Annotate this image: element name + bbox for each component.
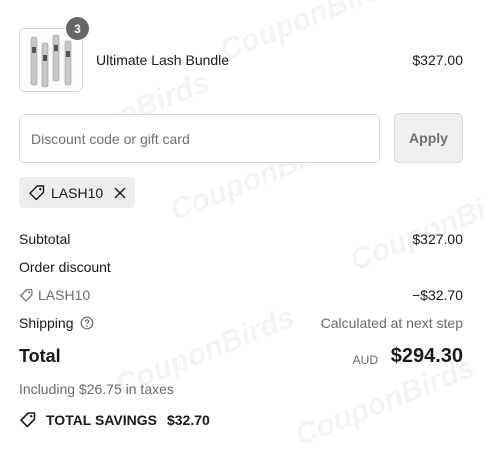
shipping-value: Calculated at next step xyxy=(320,315,463,331)
total-savings-value: $32.70 xyxy=(166,412,210,428)
discount-code-input[interactable] xyxy=(19,114,380,163)
taxes-note: Including $26.75 in taxes xyxy=(19,381,174,397)
applied-discount-tag: LASH10 xyxy=(19,177,135,208)
tag-icon xyxy=(29,184,45,200)
total-label: Total xyxy=(19,346,61,366)
subtotal-label: Subtotal xyxy=(19,231,71,247)
apply-button[interactable]: Apply xyxy=(394,113,463,163)
total-amount: $294.30 xyxy=(390,345,463,367)
quantity-badge: 3 xyxy=(66,17,89,40)
close-icon[interactable] xyxy=(114,187,126,199)
order-discount-label: Order discount xyxy=(19,259,111,275)
product-line-item: 3 Ultimate Lash Bundle $327.00 xyxy=(19,17,463,92)
tag-icon xyxy=(20,288,33,301)
currency-code: AUD xyxy=(352,353,378,367)
order-discount-row: Order discount xyxy=(19,259,463,275)
product-price: $327.00 xyxy=(412,52,463,68)
subtotal-value: $327.00 xyxy=(412,231,463,247)
discount-code-label: LASH10 xyxy=(38,287,91,303)
total-savings: TOTAL SAVINGS $32.70 xyxy=(19,411,210,429)
applied-code-label: LASH10 xyxy=(51,184,104,201)
discount-value: −$32.70 xyxy=(412,287,463,303)
total-savings-label: TOTAL SAVINGS xyxy=(46,412,157,428)
shipping-row: Shipping Calculated at next step xyxy=(19,315,463,331)
tag-icon xyxy=(20,412,36,428)
subtotal-row: Subtotal $327.00 xyxy=(19,231,463,247)
shipping-label: Shipping xyxy=(19,315,74,331)
product-name: Ultimate Lash Bundle xyxy=(96,52,230,68)
help-circle-icon[interactable] xyxy=(80,316,94,330)
discount-code-row: LASH10 −$32.70 xyxy=(19,287,463,306)
